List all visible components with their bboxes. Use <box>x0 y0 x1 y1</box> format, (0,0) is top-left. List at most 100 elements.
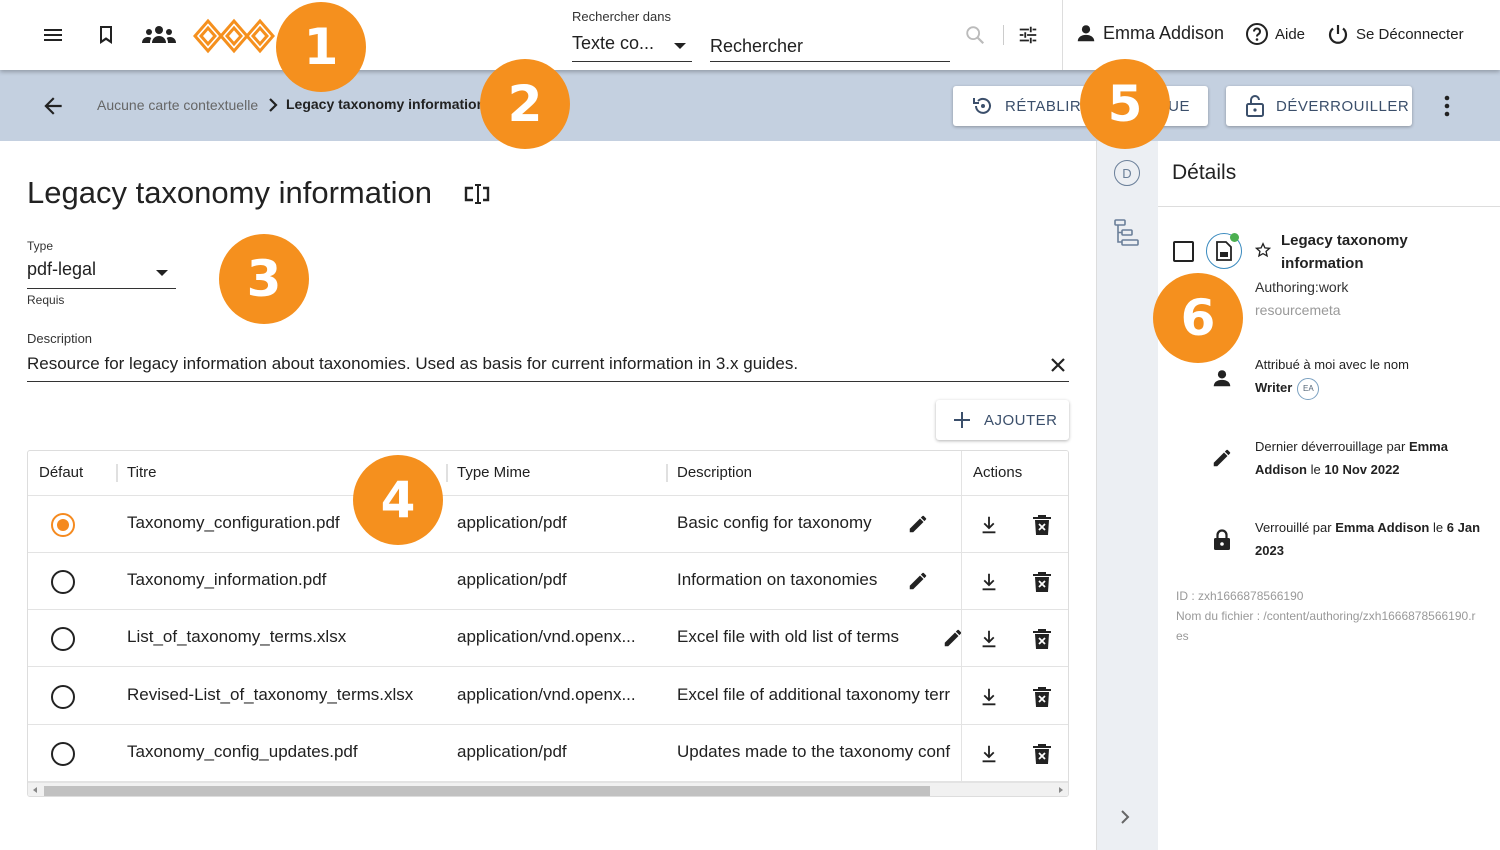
back-arrow-icon[interactable] <box>40 93 66 124</box>
table-row[interactable]: Taxonomy_information.pdf application/pdf I… <box>28 553 1068 611</box>
column-resizer[interactable] <box>116 464 118 482</box>
type-value: pdf-legal <box>27 259 97 279</box>
callout-badge: 6 <box>1153 273 1243 363</box>
more-vert-icon[interactable] <box>1437 93 1457 124</box>
default-radio[interactable] <box>51 741 75 766</box>
search-icon[interactable] <box>964 24 986 51</box>
document-icon <box>1206 233 1242 269</box>
column-resizer[interactable] <box>666 464 668 482</box>
plus-icon <box>954 412 970 428</box>
item-filename: Nom du fichier : /content/authoring/zxh1… <box>1176 609 1476 643</box>
help-button[interactable]: Aide <box>1245 22 1305 46</box>
edit-description-icon[interactable] <box>907 513 929 540</box>
groups-icon[interactable] <box>141 22 177 48</box>
caret-down-icon <box>674 43 686 49</box>
last-unlock-info: Dernier déverrouillage par Emma Addison … <box>1255 435 1480 481</box>
row-actions <box>962 496 1068 553</box>
callout-badge: 5 <box>1080 59 1170 149</box>
filter-settings-icon[interactable] <box>1017 24 1039 51</box>
details-tab[interactable]: D <box>1114 160 1140 186</box>
search-scope-value: Texte co... <box>572 33 655 53</box>
default-radio[interactable] <box>51 513 75 537</box>
description-field[interactable]: Resource for legacy information about ta… <box>27 350 1069 382</box>
expand-chevron-icon[interactable] <box>1119 809 1131 830</box>
delete-icon[interactable] <box>1032 686 1052 713</box>
search-input[interactable] <box>710 30 950 62</box>
rename-field-icon[interactable] <box>463 182 493 211</box>
download-icon[interactable] <box>978 686 1000 713</box>
horizontal-scrollbar[interactable] <box>28 782 1068 796</box>
callout-badge: 2 <box>480 59 570 149</box>
action-bar: Aucune carte contextuelle Legacy taxonom… <box>0 70 1500 141</box>
file-title: List_of_taxonomy_terms.xlsx <box>127 627 347 647</box>
scroll-thumb[interactable] <box>44 786 930 796</box>
breadcrumb-parent[interactable]: Aucune carte contextuelle <box>97 97 258 113</box>
table-row[interactable]: List_of_taxonomy_terms.xlsx application/v… <box>28 610 1068 668</box>
callout-badge: 3 <box>219 234 309 324</box>
type-label: Type <box>27 239 54 253</box>
add-label: AJOUTER <box>984 411 1058 429</box>
select-checkbox[interactable] <box>1173 241 1194 262</box>
row-actions <box>962 553 1068 611</box>
default-radio[interactable] <box>51 627 75 652</box>
delete-icon[interactable] <box>1032 743 1052 770</box>
header-mime[interactable]: Type Mime <box>457 464 530 481</box>
table-row[interactable]: Revised-List_of_taxonomy_terms.xlsx appli… <box>28 668 1068 725</box>
user-name: Emma Addison <box>1103 22 1225 43</box>
details-panel: Détails Legacy taxonomy information Auth… <box>1158 141 1500 850</box>
search-scope-select[interactable]: Texte co... <box>572 30 692 62</box>
header-actions: Actions <box>973 464 1023 481</box>
lock-icon <box>1211 528 1233 557</box>
table-row[interactable]: Taxonomy_config_updates.pdf application/p… <box>28 725 1068 782</box>
person-icon <box>1077 25 1095 42</box>
add-button[interactable]: AJOUTER <box>936 400 1069 440</box>
item-type: resourcemeta <box>1255 302 1341 318</box>
type-required-hint: Requis <box>27 293 65 307</box>
toolbar-divider <box>1062 0 1063 70</box>
file-mime: application/pdf <box>457 513 567 532</box>
item-id: ID : zxh1666878566190 <box>1176 589 1304 603</box>
lock-prefix: Verrouillé par <box>1255 520 1332 535</box>
unlock-button[interactable]: DÉVERROUILLER <box>1226 86 1412 126</box>
download-icon[interactable] <box>978 514 1000 541</box>
unlock-mid: le <box>1310 462 1321 477</box>
download-icon[interactable] <box>978 743 1000 770</box>
tree-view-icon[interactable] <box>1114 219 1140 252</box>
search-scope-label: Rechercher dans <box>572 9 671 24</box>
scroll-left-arrow[interactable] <box>33 787 37 793</box>
header-description[interactable]: Description <box>677 464 752 481</box>
logout-button[interactable]: Se Déconnecter <box>1326 22 1464 46</box>
default-radio[interactable] <box>51 570 75 595</box>
table-row[interactable]: Taxonomy_configuration.pdf application/pd… <box>28 496 1068 553</box>
unlock-date: 10 Nov 2022 <box>1324 462 1400 477</box>
clear-icon[interactable] <box>1049 356 1067 379</box>
callout-badge: 1 <box>276 2 366 92</box>
file-title: Taxonomy_config_updates.pdf <box>127 741 358 761</box>
column-resizer[interactable] <box>446 464 448 482</box>
download-icon[interactable] <box>978 628 1000 655</box>
delete-icon[interactable] <box>1032 514 1052 541</box>
caret-down-icon <box>156 270 168 276</box>
header-title[interactable]: Titre <box>127 464 156 481</box>
delete-icon[interactable] <box>1032 628 1052 655</box>
edit-description-icon[interactable] <box>907 570 929 597</box>
help-icon <box>1246 23 1268 45</box>
power-icon <box>1328 25 1348 44</box>
bookmark-icon[interactable] <box>93 22 119 48</box>
header-default[interactable]: Défaut <box>39 464 83 481</box>
download-icon[interactable] <box>978 571 1000 598</box>
scroll-right-arrow[interactable] <box>1059 787 1063 793</box>
file-mime: application/pdf <box>457 741 567 761</box>
menu-icon[interactable] <box>40 22 66 48</box>
lock-user: Emma Addison <box>1335 520 1430 535</box>
file-mime: application/vnd.openx... <box>457 684 636 704</box>
item-name: Legacy taxonomy information <box>1281 232 1408 272</box>
default-radio[interactable] <box>51 684 75 709</box>
locked-info: Verrouillé par Emma Addison le 6 Jan 202… <box>1255 516 1480 562</box>
type-select[interactable]: pdf-legal <box>27 259 176 289</box>
user-avatar-badge: EA <box>1297 377 1320 400</box>
description-label: Description <box>27 331 93 346</box>
star-icon[interactable] <box>1254 242 1272 263</box>
user-menu[interactable]: Emma Addison <box>1075 22 1224 44</box>
delete-icon[interactable] <box>1032 571 1052 598</box>
